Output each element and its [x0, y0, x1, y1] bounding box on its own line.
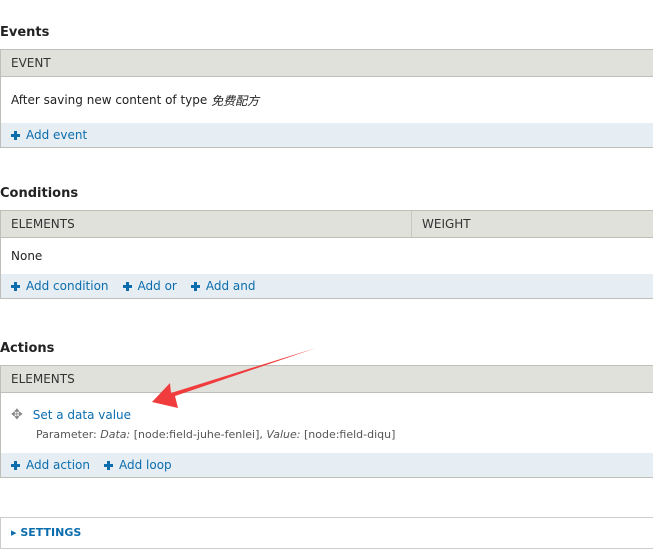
conditions-row: None — [1, 238, 653, 274]
actions-heading: Actions — [0, 341, 55, 356]
events-heading: Events — [0, 25, 50, 40]
add-action-label: Add action — [26, 458, 90, 472]
plus-icon — [103, 460, 113, 470]
conditions-table-footer: Add condition Add or Add and — [1, 274, 653, 298]
settings-label: SETTINGS — [20, 526, 82, 539]
add-loop-label: Add loop — [118, 458, 172, 472]
action-row: ✥ Set a data value Parameter: Data: [nod… — [1, 393, 653, 453]
set-data-value-link[interactable]: Set a data value — [33, 408, 131, 422]
param-data-label: Data: — [100, 428, 131, 441]
add-condition-link[interactable]: Add condition — [11, 279, 109, 293]
event-row: After saving new content of type 免费配方 — [1, 77, 653, 123]
column-header-elements: ELEMENTS — [11, 217, 75, 231]
add-or-label: Add or — [137, 279, 177, 293]
add-and-label: Add and — [205, 279, 256, 293]
plus-icon — [122, 281, 132, 291]
add-loop-link[interactable]: Add loop — [103, 458, 172, 472]
events-table: EVENT After saving new content of type 免… — [0, 49, 653, 148]
plus-icon — [11, 130, 20, 140]
conditions-heading: Conditions — [0, 186, 79, 201]
conditions-table-header: ELEMENTS WEIGHT — [1, 211, 653, 238]
actions-table: ELEMENTS ✥ Set a data value Parameter: D… — [0, 365, 653, 478]
add-action-link[interactable]: Add action — [11, 458, 90, 472]
param-value-label: Value: — [266, 428, 301, 441]
actions-table-header: ELEMENTS — [1, 366, 653, 393]
settings-fieldset: ▸ SETTINGS — [0, 517, 653, 549]
param-prefix: Parameter: — [36, 428, 97, 441]
events-table-footer: Add event — [1, 123, 653, 147]
plus-icon — [11, 460, 20, 470]
action-parameters: Parameter: Data: [node:field-juhe-fenlei… — [11, 428, 395, 441]
conditions-table: ELEMENTS WEIGHT None Add condition Add o… — [0, 210, 653, 299]
event-description: After saving new content of type — [11, 93, 208, 107]
column-header-event: EVENT — [11, 56, 51, 70]
add-event-link[interactable]: Add event — [11, 128, 87, 142]
plus-icon — [11, 281, 20, 291]
column-header-elements: ELEMENTS — [11, 372, 75, 386]
conditions-empty-text: None — [11, 249, 43, 263]
param-data-value: [node:field-juhe-fenlei], — [133, 428, 263, 441]
add-or-link[interactable]: Add or — [122, 279, 177, 293]
settings-toggle-link[interactable]: ▸ SETTINGS — [11, 526, 81, 539]
add-condition-label: Add condition — [26, 279, 109, 293]
events-table-header: EVENT — [1, 50, 653, 77]
actions-table-footer: Add action Add loop — [1, 453, 653, 477]
param-value-value: [node:field-diqu] — [303, 428, 396, 441]
plus-icon — [190, 281, 200, 291]
content-type-name: 免费配方 — [211, 93, 260, 108]
add-event-label: Add event — [26, 128, 88, 142]
column-header-weight: WEIGHT — [411, 211, 653, 237]
drag-handle-icon[interactable]: ✥ — [11, 407, 23, 423]
add-and-link[interactable]: Add and — [190, 279, 256, 293]
